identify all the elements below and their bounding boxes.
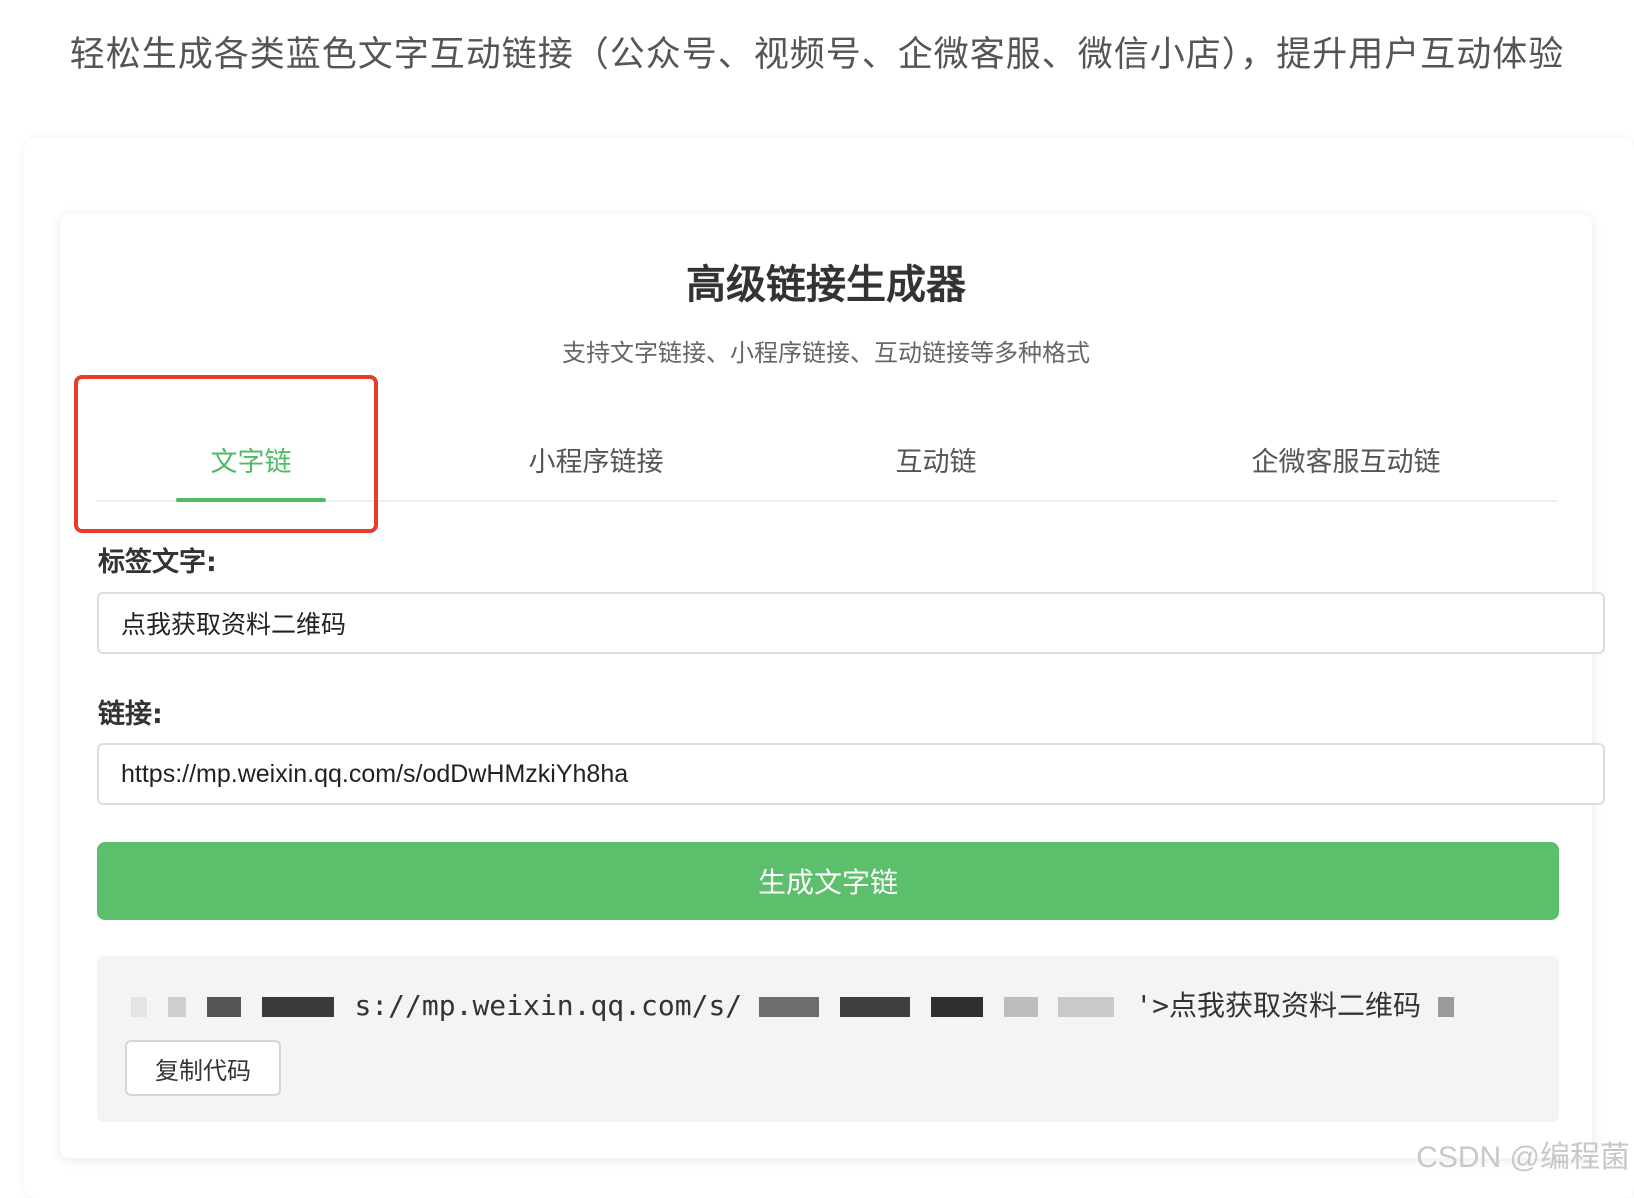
code-url-fragment: s://mp.weixin.qq.com/s/	[354, 989, 743, 1022]
output-panel: s://mp.weixin.qq.com/s/ '>点我获取资料二维码 复制代码	[97, 956, 1559, 1122]
watermark: CSDN @编程菌	[1416, 1141, 1630, 1174]
page-banner: 轻松生成各类蓝色文字互动链接（公众号、视频号、企微客服、微信小店），提升用户互动…	[69, 35, 1565, 75]
generator-title: 高级链接生成器	[686, 262, 966, 308]
link-label: 链接:	[98, 699, 163, 730]
redacted-block	[261, 997, 334, 1017]
tab-wecom-service-link[interactable]: 企微客服互动链	[1236, 440, 1456, 496]
redacted-block	[1437, 997, 1454, 1017]
tab-label: 企微客服互动链	[1251, 447, 1441, 478]
redacted-block	[167, 997, 186, 1017]
link-input[interactable]	[97, 743, 1605, 805]
label-text-input[interactable]	[97, 592, 1605, 654]
tab-label: 互动链	[895, 447, 977, 478]
generated-code[interactable]: s://mp.weixin.qq.com/s/ '>点我获取资料二维码	[131, 984, 1458, 1024]
redacted-block	[759, 997, 820, 1017]
redacted-block	[206, 997, 241, 1017]
code-link-text: '>点我获取资料二维码	[1135, 989, 1422, 1022]
generate-text-link-button[interactable]: 生成文字链	[97, 842, 1559, 920]
redacted-block	[839, 997, 910, 1017]
copy-code-button[interactable]: 复制代码	[125, 1040, 281, 1096]
redacted-block	[930, 997, 983, 1017]
redacted-block	[131, 997, 147, 1017]
tab-miniprogram-link[interactable]: 小程序链接	[506, 440, 686, 496]
redacted-block	[1058, 997, 1115, 1017]
annotation-highlight-box	[74, 375, 378, 533]
label-text-label: 标签文字:	[98, 547, 217, 578]
generator-subtitle: 支持文字链接、小程序链接、互动链接等多种格式	[562, 339, 1090, 367]
tab-label: 小程序链接	[528, 447, 664, 478]
tab-interactive-link[interactable]: 互动链	[876, 440, 996, 496]
redacted-block	[1003, 997, 1038, 1017]
